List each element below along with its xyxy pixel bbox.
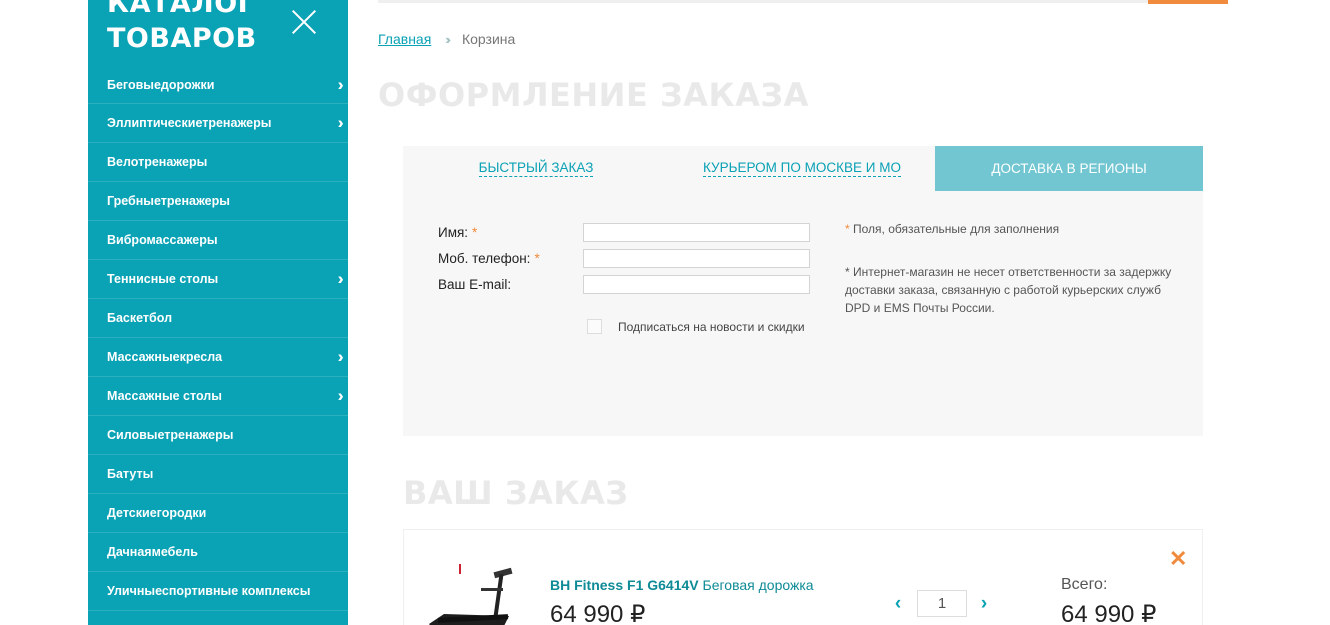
total-value: 64 990 ₽: [1061, 601, 1157, 625]
required-fields-note: * Поля, обязательные для заполнения: [845, 220, 1059, 238]
name-label: Имя: *: [438, 225, 583, 240]
sidebar-item[interactable]: Эллиптическиетренажеры››: [88, 104, 348, 143]
product-brand: BH Fitness F1 G6414V: [550, 577, 699, 593]
name-label-text: Имя:: [438, 225, 469, 240]
sidebar-item-label: Массажныекресла: [107, 350, 223, 364]
catalog-sidebar: КАТАЛОГ ТОВАРОВ Беговыедорожки››Эллиптич…: [88, 0, 348, 625]
sidebar-title: КАТАЛОГ ТОВАРОВ: [107, 0, 257, 54]
breadcrumb-current: Корзина: [461, 31, 516, 47]
email-row: Ваш E-mail:: [438, 275, 810, 294]
subscribe-label: Подписаться на новости и скидки: [618, 319, 805, 334]
order-item: BH Fitness F1 G6414V Беговая дорожка 64 …: [403, 529, 1203, 625]
page-title: ОФОРМЛЕНИЕ ЗАКАЗА: [378, 76, 809, 114]
remove-item-icon[interactable]: ✕: [1169, 548, 1187, 570]
required-fields-note-text: Поля, обязательные для заполнения: [853, 222, 1060, 236]
sidebar-item[interactable]: Уличныеспортивные комплексы: [88, 572, 348, 611]
sidebar-item[interactable]: Теннисные столы››: [88, 260, 348, 299]
sidebar-item-label: Велотренажеры: [107, 155, 208, 169]
checkout-panel: БЫСТРЫЙ ЗАКАЗ КУРЬЕРОМ ПО МОСКВЕ И МО ДО…: [403, 146, 1203, 436]
sidebar-item[interactable]: Детскиегородки: [88, 494, 348, 533]
sidebar-item[interactable]: Массажные столы››: [88, 377, 348, 416]
name-row: Имя: *: [438, 223, 810, 242]
sidebar-item[interactable]: Силовыетренажеры: [88, 416, 348, 455]
sidebar-item[interactable]: Велотренажеры: [88, 143, 348, 182]
name-field[interactable]: [583, 223, 810, 242]
sidebar-item-label: Массажные столы: [107, 389, 222, 403]
note-star: *: [845, 222, 850, 236]
sidebar-item-label: Гребныетренажеры: [107, 194, 230, 208]
sidebar-header: КАТАЛОГ ТОВАРОВ: [88, 0, 348, 66]
page: КАТАЛОГ ТОВАРОВ Беговыедорожки››Эллиптич…: [0, 0, 1330, 625]
sidebar-item[interactable]: Дачнаямебель: [88, 533, 348, 572]
sidebar-item-label: Детскиегородки: [107, 506, 207, 520]
your-order-title: ВАШ ЗАКАЗ: [403, 474, 629, 512]
chevron-right-icon[interactable]: ›: [974, 593, 994, 615]
treadmill-image[interactable]: [424, 550, 534, 625]
quantity-stepper: ‹ 1 ›: [888, 590, 994, 617]
product-type: Беговая дорожка: [702, 577, 814, 593]
sidebar-item-label: Силовыетренажеры: [107, 428, 234, 442]
phone-label: Моб. телефон: *: [438, 251, 583, 266]
product-price: 64 990 ₽: [550, 601, 646, 625]
sidebar-item-label: Баскетбол: [107, 311, 173, 325]
sidebar-item-label: Уличныеспортивные комплексы: [107, 584, 311, 598]
sidebar-item[interactable]: Гребныетренажеры: [88, 182, 348, 221]
top-search-button-edge[interactable]: [1148, 0, 1228, 4]
sidebar-item-label: Эллиптическиетренажеры: [107, 116, 272, 130]
sidebar-item[interactable]: Вибромассажеры: [88, 221, 348, 260]
sidebar-item[interactable]: Беговыедорожки››: [88, 66, 348, 104]
tab-quick-order[interactable]: БЫСТРЫЙ ЗАКАЗ: [403, 146, 669, 191]
catalog-menu: Беговыедорожки››Эллиптическиетренажеры››…: [88, 66, 348, 611]
email-field[interactable]: [583, 275, 810, 294]
tab-regions-delivery-label: ДОСТАВКА В РЕГИОНЫ: [991, 160, 1147, 176]
required-mark: *: [472, 225, 478, 240]
sidebar-item[interactable]: Батуты: [88, 455, 348, 494]
phone-label-text: Моб. телефон:: [438, 251, 531, 266]
close-icon[interactable]: [290, 8, 318, 36]
sidebar-item-label: Теннисные столы: [107, 272, 219, 286]
tab-courier-moscow[interactable]: КУРЬЕРОМ ПО МОСКВЕ И МО: [669, 146, 935, 191]
sidebar-item-label: Батуты: [107, 467, 154, 481]
sidebar-item[interactable]: Баскетбол: [88, 299, 348, 338]
required-mark: *: [534, 251, 540, 266]
product-name[interactable]: BH Fitness F1 G6414V Беговая дорожка: [550, 577, 814, 593]
liability-note: * Интернет-магазин не несет ответственно…: [845, 265, 1172, 315]
breadcrumb: Главная ›› Корзина: [378, 31, 515, 47]
breadcrumb-home-link[interactable]: Главная: [378, 31, 431, 47]
tab-courier-moscow-label: КУРЬЕРОМ ПО МОСКВЕ И МО: [703, 160, 901, 177]
email-label: Ваш E-mail:: [438, 277, 512, 292]
delivery-tabs: БЫСТРЫЙ ЗАКАЗ КУРЬЕРОМ ПО МОСКВЕ И МО ДО…: [403, 146, 1203, 191]
subscribe-checkbox[interactable]: [587, 319, 602, 334]
total-label: Всего:: [1061, 576, 1108, 593]
chevron-left-icon[interactable]: ‹: [888, 593, 908, 615]
phone-row: Моб. телефон: *: [438, 249, 810, 268]
breadcrumb-separator-icon: ››: [445, 31, 450, 47]
subscribe-option[interactable]: Подписаться на новости и скидки: [587, 319, 805, 334]
tab-regions-delivery[interactable]: ДОСТАВКА В РЕГИОНЫ: [935, 146, 1203, 191]
sidebar-item[interactable]: Массажныекресла››: [88, 338, 348, 377]
sidebar-item-label: Беговыедорожки: [107, 77, 215, 92]
phone-field[interactable]: [583, 249, 810, 268]
sidebar-item-label: Вибромассажеры: [107, 233, 218, 247]
top-search-bar-edge: [378, 0, 1148, 3]
quantity-input[interactable]: 1: [917, 590, 967, 617]
tab-quick-order-label: БЫСТРЫЙ ЗАКАЗ: [478, 160, 594, 177]
sidebar-item-label: Дачнаямебель: [107, 545, 198, 559]
